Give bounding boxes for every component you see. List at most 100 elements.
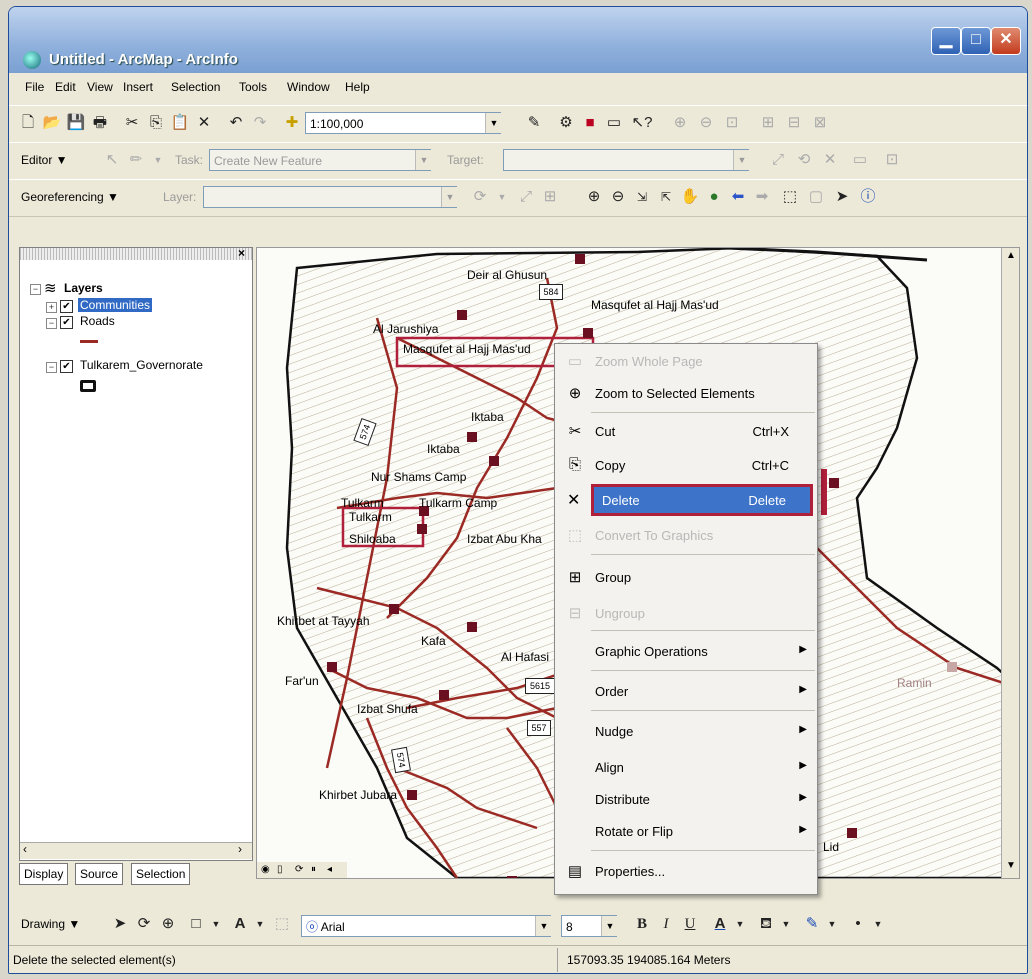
- marker-color-icon[interactable]: •: [847, 913, 869, 935]
- attributes-icon[interactable]: ▭: [849, 149, 871, 171]
- font-dropdown-arrow[interactable]: ▼: [535, 916, 552, 936]
- refresh-icon[interactable]: ⟳: [295, 864, 303, 875]
- arctoolbox-icon[interactable]: ■: [579, 112, 601, 134]
- cut-scissors-icon[interactable]: ✂: [121, 112, 143, 134]
- clear-selection-icon[interactable]: ▢: [805, 186, 827, 208]
- scroll-left-icon[interactable]: ‹: [23, 842, 27, 856]
- georef-dropdown-icon[interactable]: ▼: [491, 186, 513, 208]
- georef-layer-combo[interactable]: [203, 186, 457, 208]
- fixed-zoom-out-icon[interactable]: ⇱: [655, 186, 677, 208]
- communities-expand-icon[interactable]: +: [46, 302, 57, 313]
- menu-zoom-to-selected[interactable]: ⊕ Zoom to Selected Elements: [555, 378, 817, 410]
- forward-arrow-icon[interactable]: ➡: [751, 186, 773, 208]
- menu-window[interactable]: Window: [287, 80, 330, 94]
- underline-icon[interactable]: U: [679, 913, 701, 935]
- copy-icon[interactable]: ⎘: [145, 112, 167, 134]
- map-scroll-left-icon[interactable]: ◂: [327, 864, 332, 875]
- rotate-raster-icon[interactable]: ⟳: [469, 186, 491, 208]
- full-extent-globe-icon[interactable]: ●: [703, 186, 725, 208]
- arccatalog-icon[interactable]: ⚙: [555, 112, 577, 134]
- target-dropdown-arrow[interactable]: ▼: [733, 150, 750, 170]
- menu-convert-to-graphics[interactable]: ⬚ Convert To Graphics: [555, 520, 817, 552]
- select-features-icon[interactable]: ⬚: [779, 186, 801, 208]
- pan-hand-icon[interactable]: ✋: [679, 186, 701, 208]
- paste-icon[interactable]: 📋: [169, 112, 191, 134]
- governorate-collapse-icon[interactable]: −: [46, 362, 57, 373]
- rectangle-tool-icon[interactable]: □: [185, 913, 207, 935]
- menu-ungroup[interactable]: ⊟ Ungroup: [555, 598, 817, 630]
- georef-layer-dropdown-arrow[interactable]: ▼: [441, 187, 458, 207]
- new-document-icon[interactable]: 🗋: [17, 112, 39, 134]
- add-control-points-icon[interactable]: ⤢: [515, 186, 537, 208]
- roads-collapse-icon[interactable]: −: [46, 318, 57, 329]
- fill-color-icon[interactable]: ⛾: [755, 913, 777, 935]
- scroll-down-icon[interactable]: ▼: [1006, 860, 1016, 871]
- sketch-dropdown-icon[interactable]: ▼: [147, 149, 169, 171]
- edit-vertices-icon[interactable]: ⬚: [271, 913, 293, 935]
- toc-layer-roads[interactable]: Roads: [80, 314, 115, 328]
- layout-zoom-in-icon[interactable]: ⊕: [669, 112, 691, 134]
- pause-drawing-icon[interactable]: ⏸: [311, 864, 316, 875]
- title-bar[interactable]: Untitled - ArcMap - ArcInfo ▁ □ ✕: [9, 7, 1027, 73]
- text-dropdown-icon[interactable]: ▼: [249, 913, 271, 935]
- rotate-tool-icon[interactable]: ⟲: [793, 149, 815, 171]
- command-line-icon[interactable]: ▭: [603, 112, 625, 134]
- scroll-up-icon[interactable]: ▲: [1006, 250, 1016, 261]
- map-scale-combo[interactable]: 1:100,000: [305, 112, 501, 134]
- line-color-dropdown-icon[interactable]: ▼: [821, 913, 843, 935]
- minimize-button[interactable]: ▁: [931, 27, 961, 55]
- fill-color-dropdown-icon[interactable]: ▼: [775, 913, 797, 935]
- menu-view[interactable]: View: [87, 80, 113, 94]
- sketch-properties-icon[interactable]: ⊡: [881, 149, 903, 171]
- target-combo[interactable]: [503, 149, 749, 171]
- open-folder-icon[interactable]: 📂: [41, 112, 63, 134]
- editor-menu[interactable]: Editor ▼: [21, 153, 68, 167]
- task-combo[interactable]: Create New Feature: [209, 149, 431, 171]
- toc-layer-tulkarem-governorate[interactable]: Tulkarem_Governorate: [80, 358, 203, 372]
- menu-rotate-or-flip[interactable]: Rotate or Flip ▶: [555, 816, 817, 848]
- menu-copy[interactable]: ⎘ Copy Ctrl+C: [555, 450, 817, 482]
- select-elements-icon[interactable]: ➤: [109, 913, 131, 935]
- tab-selection[interactable]: Selection: [131, 863, 191, 885]
- editor-toolbar-icon[interactable]: ✎: [523, 112, 545, 134]
- scroll-right-icon[interactable]: ›: [238, 842, 242, 856]
- menu-order[interactable]: Order ▶: [555, 676, 817, 708]
- toc-title-strip[interactable]: [20, 248, 252, 260]
- governorate-checkbox[interactable]: ✔: [60, 360, 73, 373]
- layout-pan-icon[interactable]: ⊡: [721, 112, 743, 134]
- back-arrow-icon[interactable]: ⬅: [727, 186, 749, 208]
- communities-checkbox[interactable]: ✔: [60, 300, 73, 313]
- link-table-icon[interactable]: ⊞: [539, 186, 561, 208]
- menu-zoom-whole-page[interactable]: ▭ Zoom Whole Page: [555, 346, 817, 378]
- toc-horizontal-scrollbar[interactable]: ‹ ›: [20, 842, 252, 859]
- font-combo[interactable]: ⓞ Arial: [301, 915, 551, 937]
- font-color-dropdown-icon[interactable]: ▼: [729, 913, 751, 935]
- menu-insert[interactable]: Insert: [123, 80, 153, 94]
- menu-nudge[interactable]: Nudge ▶: [555, 716, 817, 748]
- identify-info-icon[interactable]: ⓘ: [857, 186, 879, 208]
- layout-zoom-out-icon[interactable]: ⊖: [695, 112, 717, 134]
- layout-view-icon[interactable]: ▯: [277, 864, 283, 875]
- menu-group[interactable]: ⊞ Group: [555, 562, 817, 594]
- layers-heading[interactable]: Layers: [64, 281, 103, 295]
- text-tool-icon[interactable]: A: [229, 913, 251, 935]
- layout-extent-icon[interactable]: ⊠: [809, 112, 831, 134]
- menu-tools[interactable]: Tools: [239, 80, 267, 94]
- data-view-icon[interactable]: ◉: [261, 864, 270, 875]
- split-tool-icon[interactable]: ⤢: [767, 149, 789, 171]
- line-color-icon[interactable]: ✎: [801, 913, 823, 935]
- delete-vertex-icon[interactable]: ✕: [819, 149, 841, 171]
- georeferencing-menu[interactable]: Georeferencing ▼: [21, 190, 119, 204]
- menu-properties[interactable]: ▤ Properties...: [555, 856, 817, 888]
- add-data-icon[interactable]: ✚: [281, 112, 303, 134]
- menu-edit[interactable]: Edit: [55, 80, 76, 94]
- rotate-element-icon[interactable]: ⟳: [133, 913, 155, 935]
- menu-selection[interactable]: Selection: [171, 80, 220, 94]
- tab-source[interactable]: Source: [75, 863, 124, 885]
- italic-icon[interactable]: I: [655, 913, 677, 935]
- font-color-icon[interactable]: A: [709, 913, 731, 935]
- layout-fixed-zoom-icon[interactable]: ⊞: [757, 112, 779, 134]
- menu-delete[interactable]: Delete Delete: [591, 484, 813, 516]
- zoom-out-icon[interactable]: ⊖: [607, 186, 629, 208]
- bold-icon[interactable]: B: [631, 913, 653, 935]
